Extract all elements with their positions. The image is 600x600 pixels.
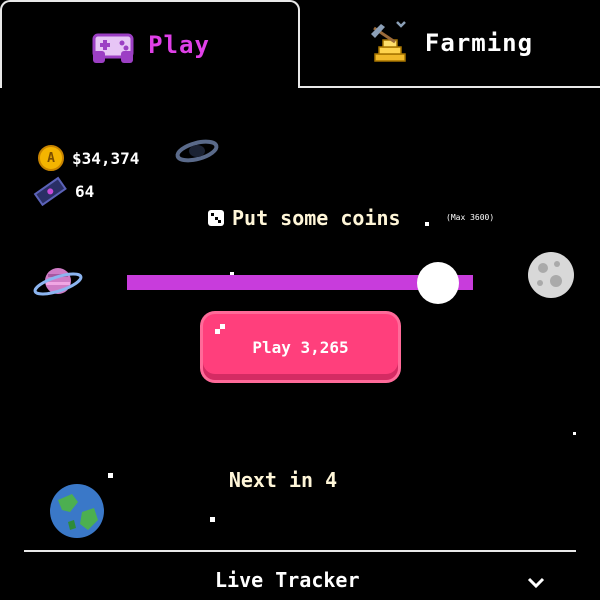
live-tracker-title[interactable]: Live Tracker	[215, 568, 360, 592]
tab-farming-label: Farming	[424, 29, 534, 57]
bet-slider-thumb[interactable]	[417, 262, 460, 304]
balance-stat: A $34,374	[38, 145, 139, 171]
star	[210, 517, 215, 522]
footer-divider	[24, 550, 576, 552]
gold-pickaxe-icon	[370, 21, 406, 62]
ticket-icon	[33, 176, 67, 206]
bet-prompt: Put some coins	[208, 206, 401, 230]
ring-planet-icon	[175, 139, 219, 163]
max-bet-label: (Max 3600)	[446, 213, 495, 222]
balance-value: $34,374	[72, 148, 140, 168]
tickets-stat: 64	[33, 176, 94, 206]
play-button-label: Play 3,265	[252, 337, 349, 357]
star	[425, 222, 429, 226]
coin-icon: A	[38, 145, 64, 171]
tab-play[interactable]: Play	[0, 0, 300, 88]
gamepad-icon	[92, 33, 134, 63]
tab-bar: Play Farming	[0, 0, 600, 88]
star	[573, 432, 576, 435]
saturn-icon	[33, 268, 83, 296]
moon-icon	[528, 252, 574, 298]
play-button[interactable]: Play 3,265	[203, 314, 398, 380]
dice-icon	[208, 210, 224, 226]
chevron-down-icon[interactable]	[524, 570, 548, 594]
tab-play-label: Play	[148, 31, 210, 59]
next-round-label: Next in 4	[228, 468, 338, 492]
bet-prompt-label: Put some coins	[232, 206, 401, 230]
button-shine-icon	[215, 324, 225, 334]
tab-farming[interactable]: Farming	[300, 0, 600, 88]
tickets-value: 64	[75, 181, 95, 201]
